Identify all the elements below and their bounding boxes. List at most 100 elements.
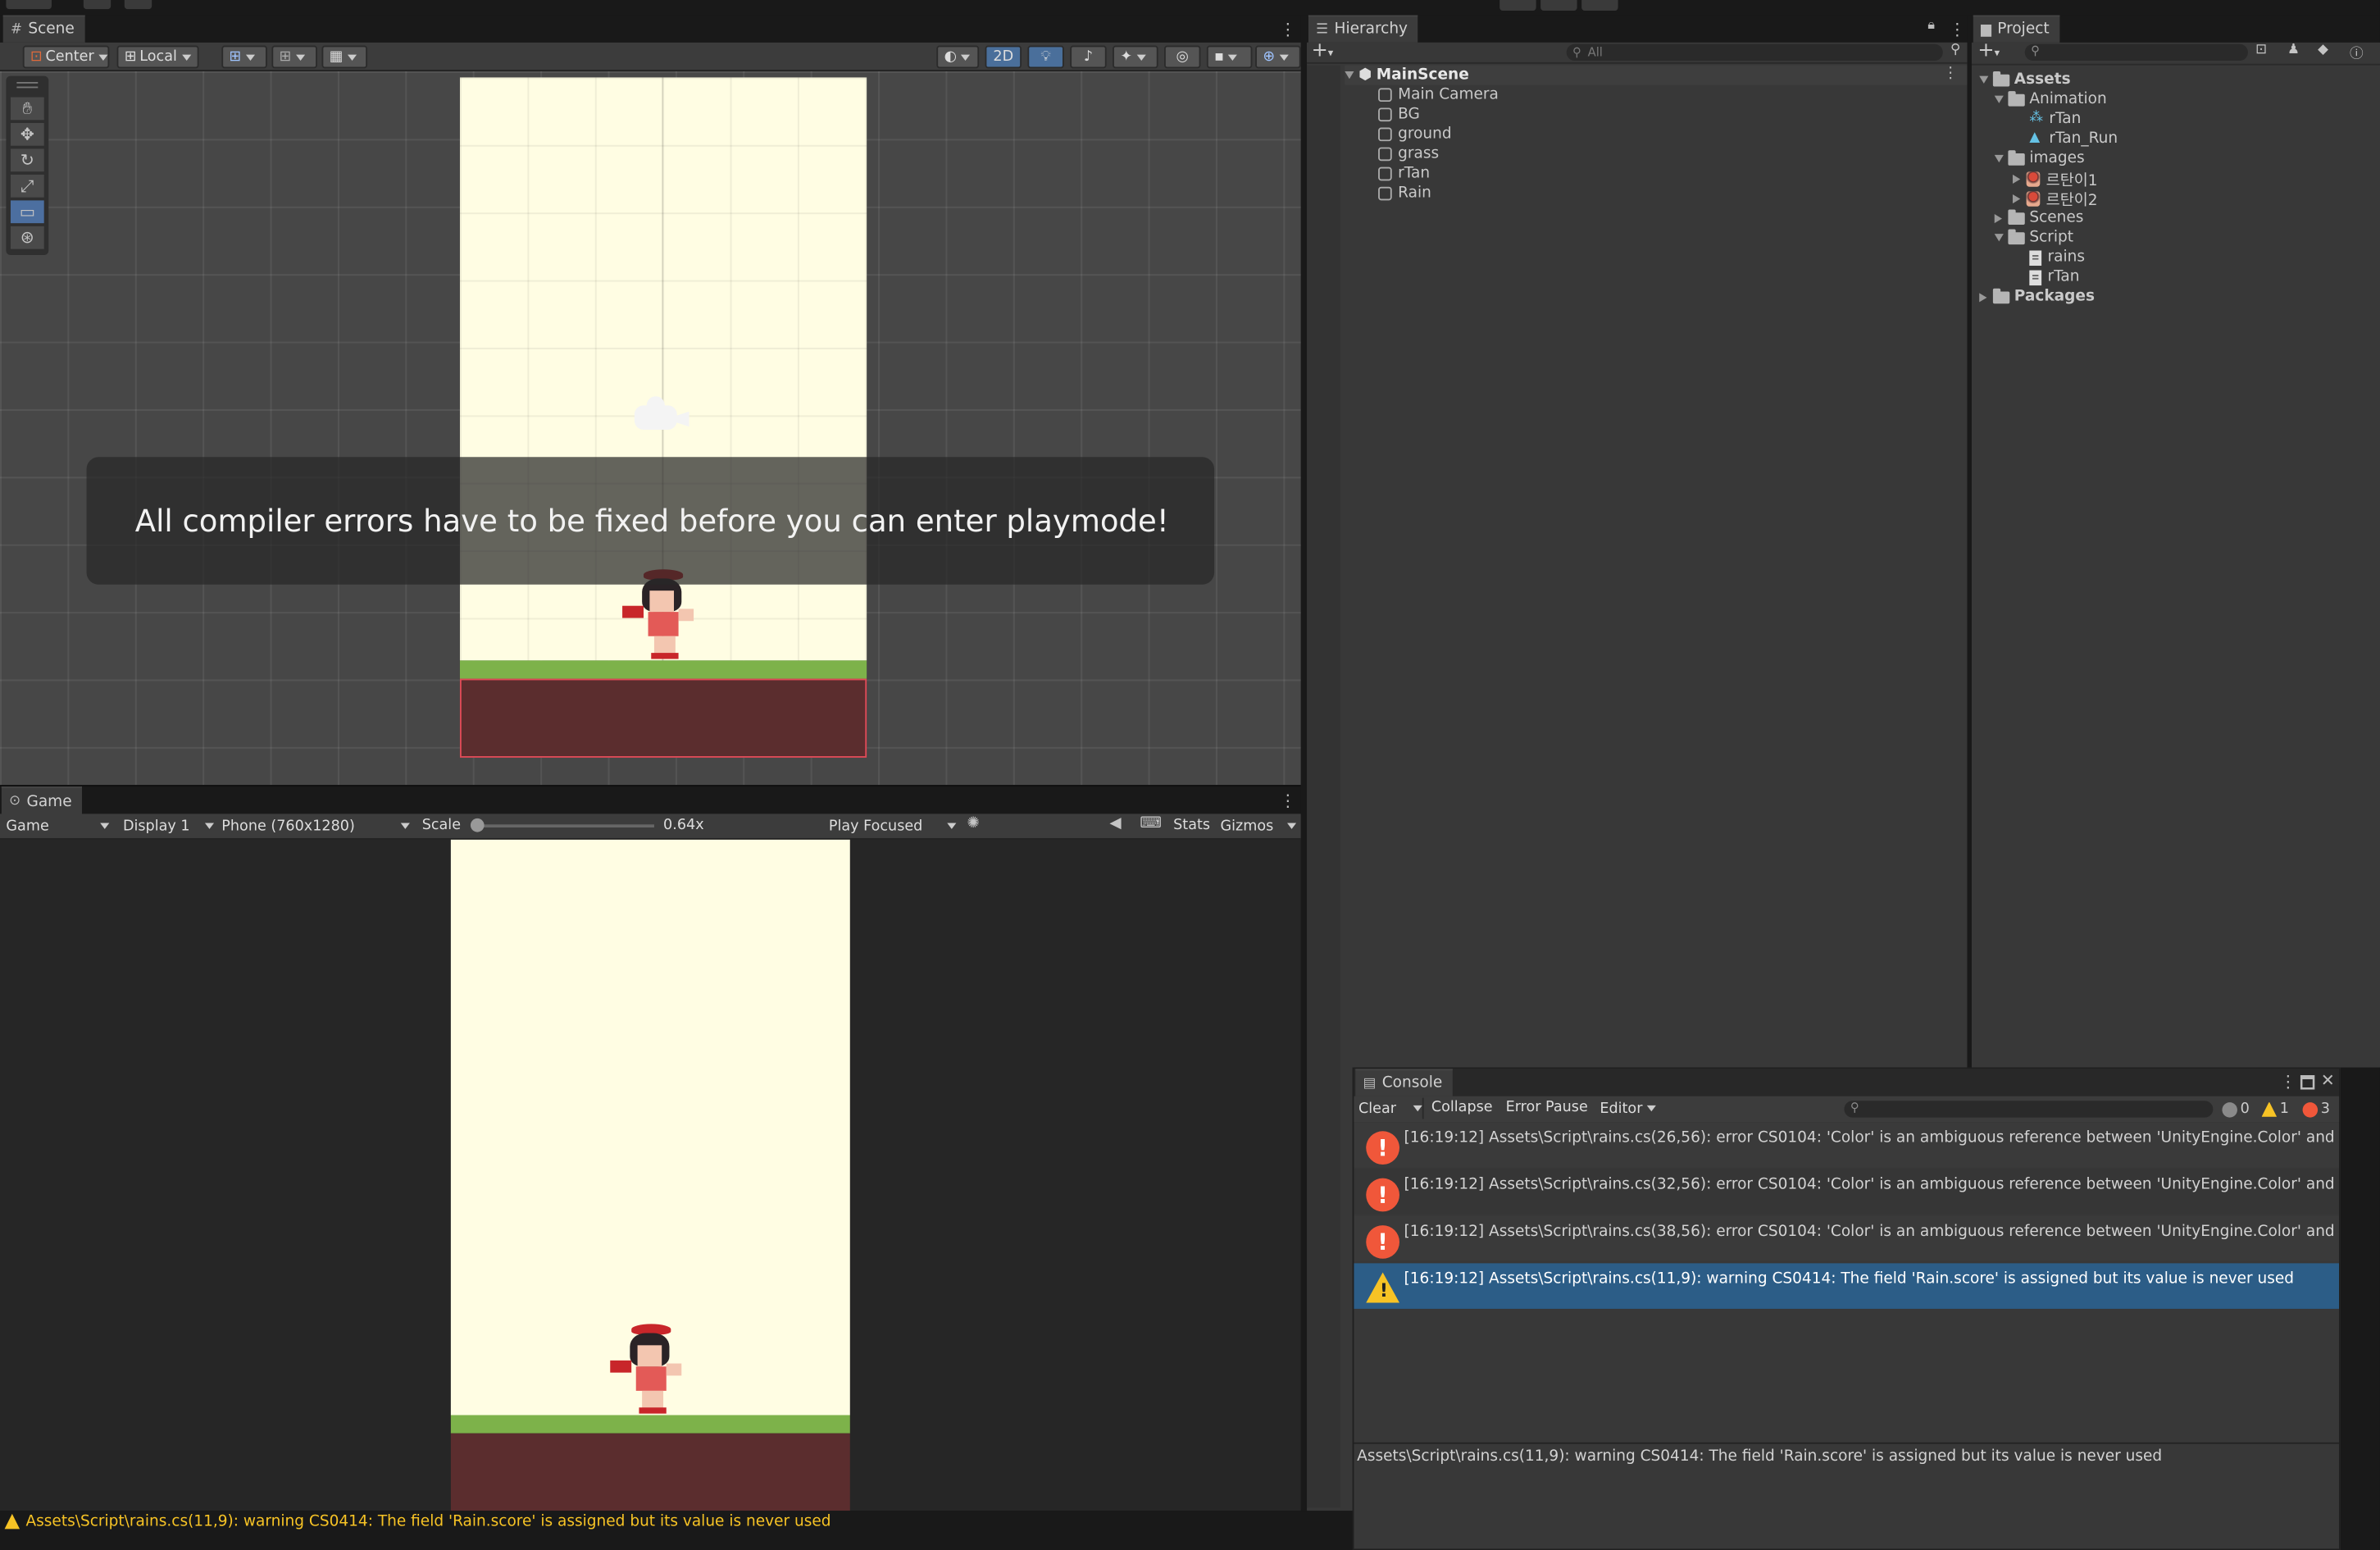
game-more-menu-icon[interactable]: ⋮ [1280,791,1296,811]
audio-toggle[interactable]: ♪ [1070,45,1107,69]
step-button[interactable] [1581,0,1618,11]
hierarchy-item[interactable]: ground [1378,125,1452,144]
tab-console[interactable]: ▤ Console [1355,1069,1454,1096]
scale-slider-track[interactable] [475,824,654,828]
tab-game[interactable]: ⊙ Game [1,786,83,816]
display-dropdown[interactable]: Display 1 [123,815,215,837]
hierarchy-search-input[interactable]: ⚲ All [1566,43,1943,62]
view-select-label: Game [6,817,49,835]
editor-dropdown[interactable]: Editor [1600,1098,1657,1119]
tab-scene[interactable]: # Scene [2,15,85,43]
hierarchy-item[interactable]: grass [1378,144,1439,164]
project-folder-assets[interactable]: Assets [1979,70,2071,89]
account-icon[interactable] [6,0,52,10]
scale-slider-thumb[interactable] [470,818,485,832]
draw-mode-dropdown[interactable]: ◐ [936,45,980,69]
hidden-packages-icon[interactable]: ⓘ [2350,43,2364,62]
console-more-menu-icon[interactable]: ⋮ [2280,1072,2296,1092]
project-asset-script[interactable]: rTan [2029,267,2079,287]
create-add-button[interactable]: +▾ [1312,39,1334,62]
project-folder-scenes[interactable]: Scenes [1994,208,2083,228]
lock-icon[interactable]: 🔒︎ [1927,18,1935,34]
hidden-objects-toggle[interactable]: ◎ [1164,45,1201,69]
scene-more-menu-icon[interactable]: ⋮ [1280,20,1296,39]
console-detail-text[interactable]: Assets\Script\rains.cs(11,9): warning CS… [1357,1448,2162,1465]
expand-arrow-icon [1994,154,2004,163]
project-folder-images[interactable]: images [1994,148,2085,168]
transform-tool-icon[interactable]: ⊛ [10,226,44,249]
log-entry-error[interactable]: ! [16:19:12] Assets\Script\rains.cs(26,5… [1354,1122,2340,1168]
hierarchy-more-menu-icon[interactable]: ⋮ [1949,20,1965,39]
collapse-toggle[interactable]: Collapse [1431,1099,1493,1115]
project-asset-image[interactable]: 르탄이1 [2012,169,2098,189]
hand-tool-icon[interactable]: ✋︎ [10,97,44,121]
hierarchy-item[interactable]: Rain [1378,184,1431,203]
project-folder-packages[interactable]: Packages [1979,287,2095,307]
project-asset-anim-clip[interactable]: ▲ rTan_Run [2029,129,2118,148]
status-message[interactable]: Assets\Script\rains.cs(11,9): warning CS… [25,1514,830,1530]
rotate-tool-icon[interactable]: ↻ [10,148,44,172]
view-select-dropdown[interactable]: Game [6,815,110,837]
saved-search-icon[interactable]: ◆ [2318,43,2328,58]
project-add-button[interactable]: +▾ [1977,39,2000,62]
hierarchy-item[interactable]: Main Camera [1378,85,1499,105]
lighting-toggle[interactable]: 💡︎ [1027,45,1064,69]
hierarchy-item[interactable]: BG [1378,105,1420,125]
tool-palette-grip[interactable] [16,81,39,89]
scene-visibility-icon[interactable]: ⚲ [1950,43,1960,58]
play-mode-dropdown[interactable]: Play Focused [829,815,957,837]
pause-button[interactable] [1540,0,1577,11]
scale-tool-icon[interactable]: ⤢ [10,174,44,198]
grid-snap-toggle[interactable]: ⊞ [221,45,267,69]
project-asset-script[interactable]: rains [2029,248,2085,267]
mute-audio-icon[interactable]: ◀︎ [1109,815,1121,832]
search-by-label-icon[interactable]: ♟ [2287,43,2300,58]
project-folder-animation[interactable]: Animation [1994,89,2107,109]
scene-root-item[interactable]: ⬢ MainScene ⋮ [1345,65,1968,85]
error-count: 3 [2320,1101,2330,1118]
camera-dropdown[interactable]: ▪ [1206,45,1253,69]
effects-dropdown[interactable]: ✦ [1113,45,1158,69]
bug-icon[interactable]: ✺ [967,815,980,832]
grid-visibility-toggle[interactable]: ▦ [321,45,368,69]
stats-button[interactable]: Stats [1173,817,1210,833]
tab-hierarchy[interactable]: ☰ Hierarchy [1308,15,1418,43]
project-asset-anim-controller[interactable]: ⁂ rTan [2029,109,2081,129]
warning-count-toggle[interactable]: 1 [2261,1099,2289,1119]
hierarchy-item[interactable]: rTan [1378,164,1430,184]
resolution-dropdown[interactable]: Phone (760x1280) [221,815,410,837]
error-pause-toggle[interactable]: Error Pause [1506,1099,1588,1115]
project-asset-image[interactable]: 르탄이2 [2012,189,2098,209]
log-entry-error[interactable]: ! [16:19:12] Assets\Script\rains.cs(32,5… [1354,1169,2340,1215]
scene-root-menu-icon[interactable]: ⋮ [1943,66,1959,82]
gizmos-dropdown[interactable]: ⊕ [1255,45,1301,69]
info-count-toggle[interactable]: 0 [2222,1099,2250,1119]
collab-icon[interactable] [124,0,152,10]
close-icon[interactable]: ✕ [2321,1070,2335,1090]
log-entry-error[interactable]: ! [16:19:12] Assets\Script\rains.cs(38,5… [1354,1215,2340,1262]
gizmos-dropdown-game[interactable]: Gizmos [1221,815,1297,837]
maximize-icon[interactable]: 🗖︎ [2300,1070,2315,1099]
cloud-icon[interactable] [83,0,111,10]
console-search-input[interactable]: ⚲ [1844,1101,2214,1118]
keyboard-icon[interactable]: ⌨︎ [1140,815,1162,832]
scene-viewport[interactable]: ✋︎ ✥ ↻ ⤢ ▭ ⊛ All compiler errors have to… [0,71,1301,786]
pivot-mode-dropdown[interactable]: ⊡ Center [22,45,110,69]
increment-snap-toggle[interactable]: ⊞ [271,45,317,69]
log-text: [16:19:12] Assets\Script\rains.cs(38,56)… [1404,1224,2340,1241]
search-by-type-icon[interactable]: ⊡ [2255,43,2267,58]
project-search-input[interactable]: ⚲ [2024,43,2248,62]
play-button[interactable] [1499,0,1536,11]
move-tool-icon[interactable]: ✥ [10,122,44,146]
tab-project[interactable]: ▆ Project [1973,15,2060,43]
project-folder-script[interactable]: Script [1994,228,2073,248]
clear-dropdown[interactable]: Clear [1358,1097,1424,1119]
error-count-toggle[interactable]: 3 [2302,1099,2330,1119]
folder-label: images [2029,150,2085,167]
camera-gizmo-icon[interactable] [634,396,689,432]
game-viewport[interactable] [0,839,1301,1511]
mode-2d-toggle[interactable]: 2D [985,45,1022,69]
rect-tool-icon[interactable]: ▭ [10,200,44,224]
log-entry-warning-selected[interactable]: ! [16:19:12] Assets\Script\rains.cs(11,9… [1354,1263,2340,1309]
pivot-space-dropdown[interactable]: ⊞ Local [116,45,199,69]
